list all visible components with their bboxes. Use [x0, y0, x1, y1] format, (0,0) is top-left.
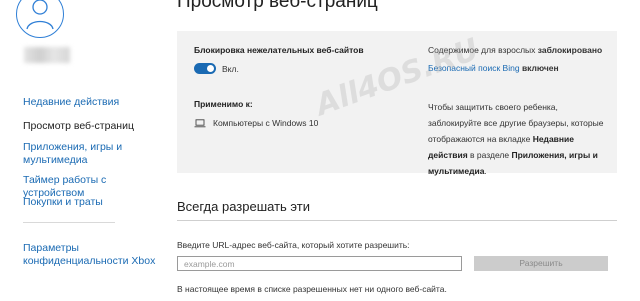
blurred-account-name [24, 47, 70, 63]
always-allow-title: Всегда разрешать эти [177, 199, 310, 214]
blocking-heading: Блокировка нежелательных веб-сайтов [194, 45, 364, 55]
applies-device: Компьютеры с Windows 10 [213, 118, 319, 128]
toggle-knob [207, 65, 214, 72]
sidebar-item-apps-games-media[interactable]: Приложения, игры и мультимедиа [23, 141, 158, 167]
protect-text-2: в разделе [470, 150, 510, 160]
sidebar-item-xbox-privacy[interactable]: Параметры конфиденциальности Xbox [23, 242, 158, 268]
safe-search-enabled: включен [521, 63, 559, 73]
sidebar-item-web-browsing[interactable]: Просмотр веб-страниц [23, 120, 158, 133]
person-icon [26, 0, 54, 30]
protect-text-1: Чтобы защитить своего ребенка, заблокиру… [428, 102, 604, 144]
protect-child-text: Чтобы защитить своего ребенка, заблокиру… [428, 99, 608, 179]
section-divider [177, 220, 617, 221]
sidebar: Недавние действия Просмотр веб-страниц П… [0, 0, 160, 301]
blocking-toggle[interactable] [194, 63, 216, 74]
adult-content-blocked: заблокировано [537, 45, 603, 55]
url-input-label: Введите URL-адрес веб-сайта, который хот… [177, 240, 410, 250]
page-title: Просмотр веб-страниц [177, 0, 378, 12]
protect-text-3: . [484, 166, 487, 176]
user-avatar[interactable] [16, 0, 64, 38]
sidebar-item-purchases[interactable]: Покупки и траты [23, 196, 158, 209]
toggle-state-label: Вкл. [222, 64, 239, 74]
sidebar-divider [23, 222, 115, 223]
allow-url-input[interactable] [177, 256, 462, 271]
applies-heading: Применимо к: [194, 99, 253, 109]
sidebar-item-recent-activity[interactable]: Недавние действия [23, 96, 158, 109]
laptop-icon [194, 119, 206, 128]
allow-button[interactable]: Разрешить [474, 256, 608, 271]
empty-allowed-list-note: В настоящее время в списке разрешенных н… [177, 284, 447, 294]
